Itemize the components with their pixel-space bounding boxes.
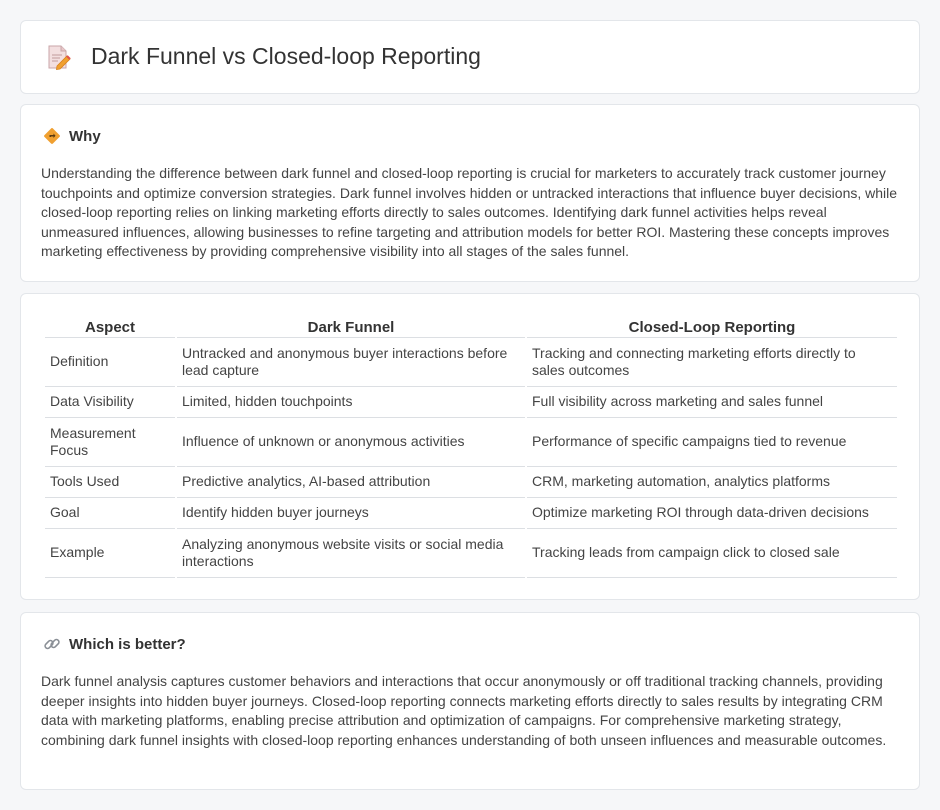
cell-dark-funnel: Predictive analytics, AI-based attributi…: [177, 467, 525, 498]
table-row: Data Visibility Limited, hidden touchpoi…: [45, 387, 897, 418]
cell-aspect: Measurement Focus: [45, 418, 175, 467]
cell-closed-loop: CRM, marketing automation, analytics pla…: [527, 467, 897, 498]
cell-aspect: Example: [45, 529, 175, 578]
why-section: Why Understanding the difference between…: [20, 104, 920, 282]
header-card: Dark Funnel vs Closed-loop Reporting: [20, 20, 920, 94]
comparison-table: Aspect Dark Funnel Closed-Loop Reporting…: [43, 316, 899, 578]
cell-dark-funnel: Influence of unknown or anonymous activi…: [177, 418, 525, 467]
table-row: Measurement Focus Influence of unknown o…: [45, 418, 897, 467]
link-icon: [44, 638, 60, 650]
page-title: Dark Funnel vs Closed-loop Reporting: [91, 43, 481, 69]
which-is-better-section: Which is better? Dark funnel analysis ca…: [20, 612, 920, 790]
better-title: Which is better?: [69, 635, 186, 653]
cell-closed-loop: Full visibility across marketing and sal…: [527, 387, 897, 418]
table-row: Example Analyzing anonymous website visi…: [45, 529, 897, 578]
cell-closed-loop: Performance of specific campaigns tied t…: [527, 418, 897, 467]
header-closed-loop: Closed-Loop Reporting: [527, 316, 897, 338]
title-row: Dark Funnel vs Closed-loop Reporting: [45, 43, 481, 70]
table-row: Tools Used Predictive analytics, AI-base…: [45, 467, 897, 498]
table-row: Definition Untracked and anonymous buyer…: [45, 338, 897, 387]
diamond-direction-icon: [44, 128, 60, 144]
cell-aspect: Tools Used: [45, 467, 175, 498]
cell-dark-funnel: Limited, hidden touchpoints: [177, 387, 525, 418]
why-heading: Why: [43, 127, 101, 145]
header-dark-funnel: Dark Funnel: [177, 316, 525, 338]
better-heading: Which is better?: [43, 635, 186, 653]
document-pencil-icon: [48, 45, 71, 70]
why-title: Why: [69, 127, 101, 145]
why-text: Understanding the difference between dar…: [41, 165, 898, 260]
cell-aspect: Goal: [45, 498, 175, 529]
cell-aspect: Definition: [45, 338, 175, 387]
comparison-card: Aspect Dark Funnel Closed-Loop Reporting…: [20, 293, 920, 600]
cell-closed-loop: Optimize marketing ROI through data-driv…: [527, 498, 897, 529]
cell-dark-funnel: Untracked and anonymous buyer interactio…: [177, 338, 525, 387]
cell-aspect: Data Visibility: [45, 387, 175, 418]
table-header-row: Aspect Dark Funnel Closed-Loop Reporting: [45, 316, 897, 338]
cell-closed-loop: Tracking and connecting marketing effort…: [527, 338, 897, 387]
better-text: Dark funnel analysis captures customer b…: [41, 673, 887, 748]
cell-dark-funnel: Analyzing anonymous website visits or so…: [177, 529, 525, 578]
header-aspect: Aspect: [45, 316, 175, 338]
table-row: Goal Identify hidden buyer journeys Opti…: [45, 498, 897, 529]
cell-closed-loop: Tracking leads from campaign click to cl…: [527, 529, 897, 578]
cell-dark-funnel: Identify hidden buyer journeys: [177, 498, 525, 529]
